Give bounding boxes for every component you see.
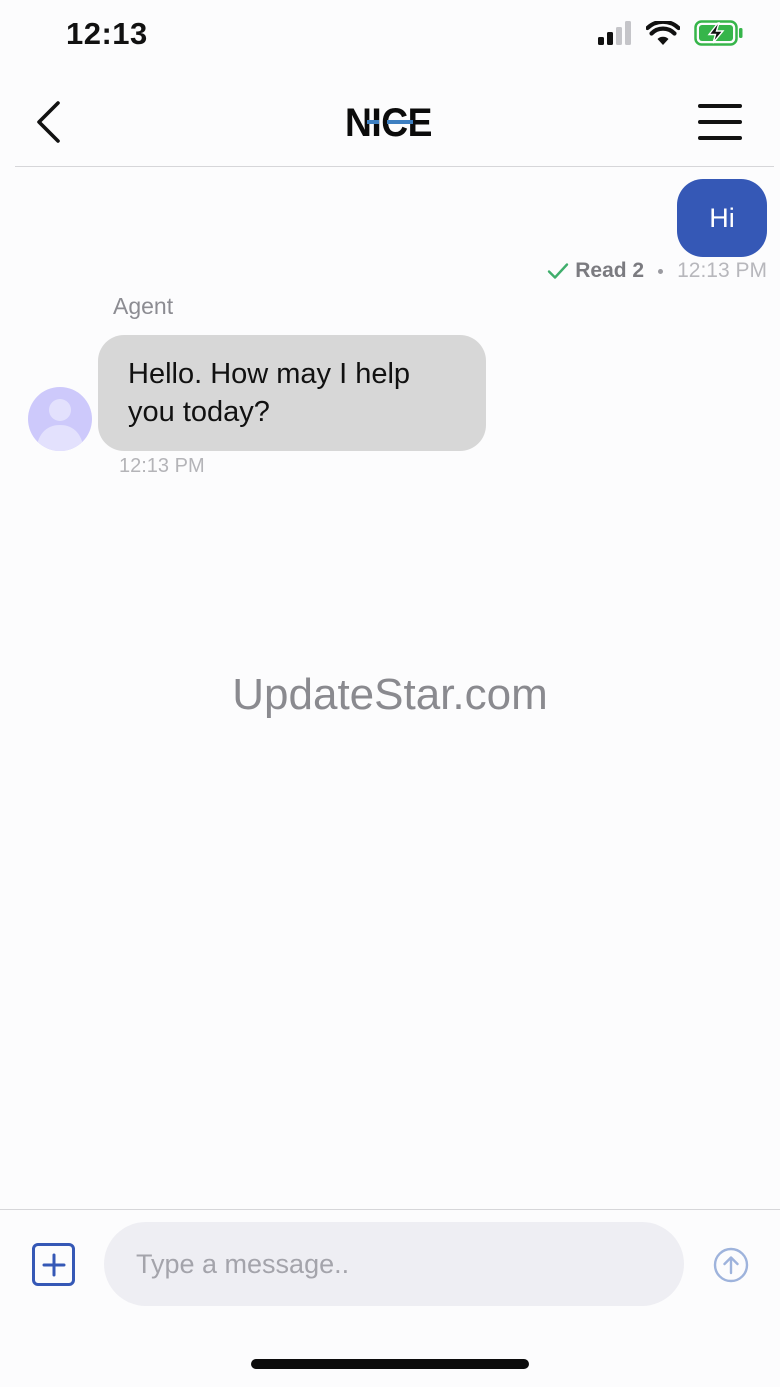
status-time: 12:13: [66, 16, 148, 51]
brand-logo: NICE: [345, 100, 439, 146]
person-avatar-icon: [36, 399, 84, 451]
cellular-signal-icon: [598, 21, 632, 50]
send-button[interactable]: [713, 1247, 749, 1283]
logo-accent-mark: [367, 120, 379, 124]
home-indicator[interactable]: [251, 1359, 529, 1369]
logo-accent-mark: [387, 120, 413, 124]
incoming-message-bubble: Hello. How may I help you today?: [98, 335, 486, 451]
read-receipt: Read 2 12:13 PM: [547, 259, 767, 283]
back-button[interactable]: [28, 96, 68, 148]
incoming-timestamp: 12:13 PM: [119, 455, 205, 477]
composer-divider: [0, 1209, 780, 1210]
chevron-left-icon: [37, 101, 60, 143]
status-icons: [598, 19, 744, 51]
status-bar: 12:13: [0, 0, 780, 70]
read-status: Read 2: [575, 259, 645, 282]
message-input[interactable]: [104, 1222, 684, 1306]
hamburger-menu-button[interactable]: [698, 104, 742, 140]
agent-name: Agent: [113, 293, 174, 319]
outgoing-timestamp: 12:13 PM: [677, 259, 767, 282]
plus-square-icon: [42, 1253, 65, 1276]
watermark-text: UpdateStar.com: [232, 670, 548, 719]
checkmark-icon: [548, 263, 569, 279]
agent-avatar: [28, 387, 92, 451]
attach-button[interactable]: [32, 1243, 75, 1286]
separator-dot: [658, 268, 664, 274]
wifi-icon: [645, 19, 681, 51]
outgoing-message-bubble: Hi: [677, 179, 767, 257]
battery-charging-icon: [694, 20, 744, 51]
hamburger-menu-icon: [698, 104, 742, 108]
arrow-up-circle-icon: [713, 1247, 749, 1283]
